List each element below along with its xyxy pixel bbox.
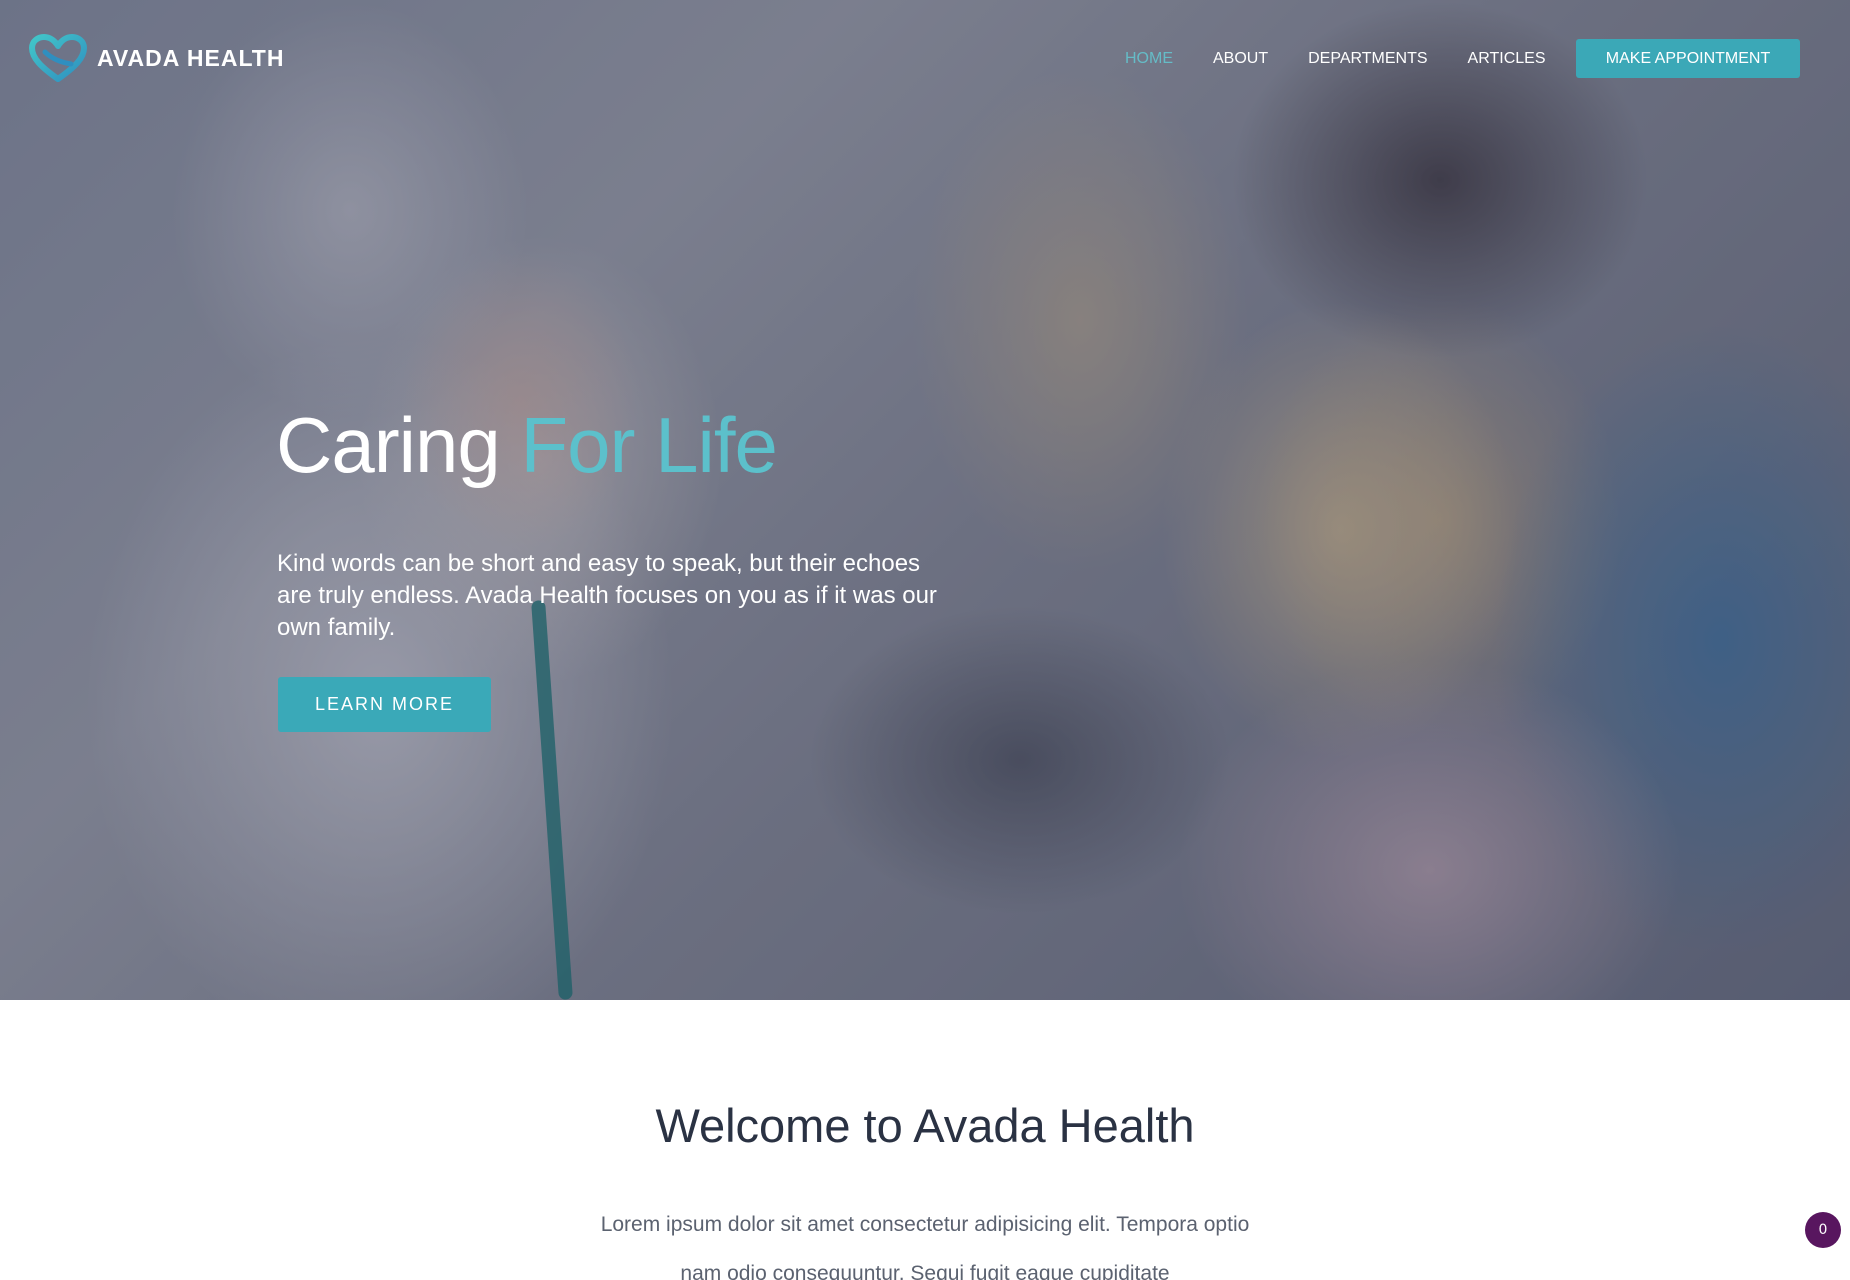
hero-overlay: [0, 0, 1850, 1000]
site-logo[interactable]: AVADA HEALTH: [29, 34, 284, 82]
count-badge[interactable]: 0: [1805, 1212, 1841, 1248]
site-header: AVADA HEALTH HOME ABOUT DEPARTMENTS ARTI…: [0, 0, 1850, 120]
welcome-text: Lorem ipsum dolor sit amet consectetur a…: [600, 1213, 1250, 1280]
nav-item-home[interactable]: HOME: [1125, 50, 1173, 68]
heart-logo-icon: [29, 34, 87, 82]
hero-title-accent: For Life: [520, 401, 777, 489]
nav-item-departments[interactable]: DEPARTMENTS: [1308, 50, 1427, 68]
brand-name: AVADA HEALTH: [97, 44, 285, 71]
nav-item-articles[interactable]: ARTICLES: [1468, 50, 1546, 68]
hero-title-main: Caring: [276, 401, 521, 489]
learn-more-button[interactable]: LEARN MORE: [278, 677, 491, 732]
hero-description: Kind words can be short and easy to spea…: [277, 550, 937, 641]
hero-section: Caring For Life Kind words can be short …: [0, 0, 1850, 1000]
main-nav: HOME ABOUT DEPARTMENTS ARTICLES: [1125, 40, 1586, 78]
welcome-title: Welcome to Avada Health: [655, 1099, 1195, 1152]
nav-item-about[interactable]: ABOUT: [1213, 50, 1268, 68]
hero-title: Caring For Life: [276, 400, 778, 491]
make-appointment-button[interactable]: MAKE APPOINTMENT: [1576, 39, 1800, 78]
